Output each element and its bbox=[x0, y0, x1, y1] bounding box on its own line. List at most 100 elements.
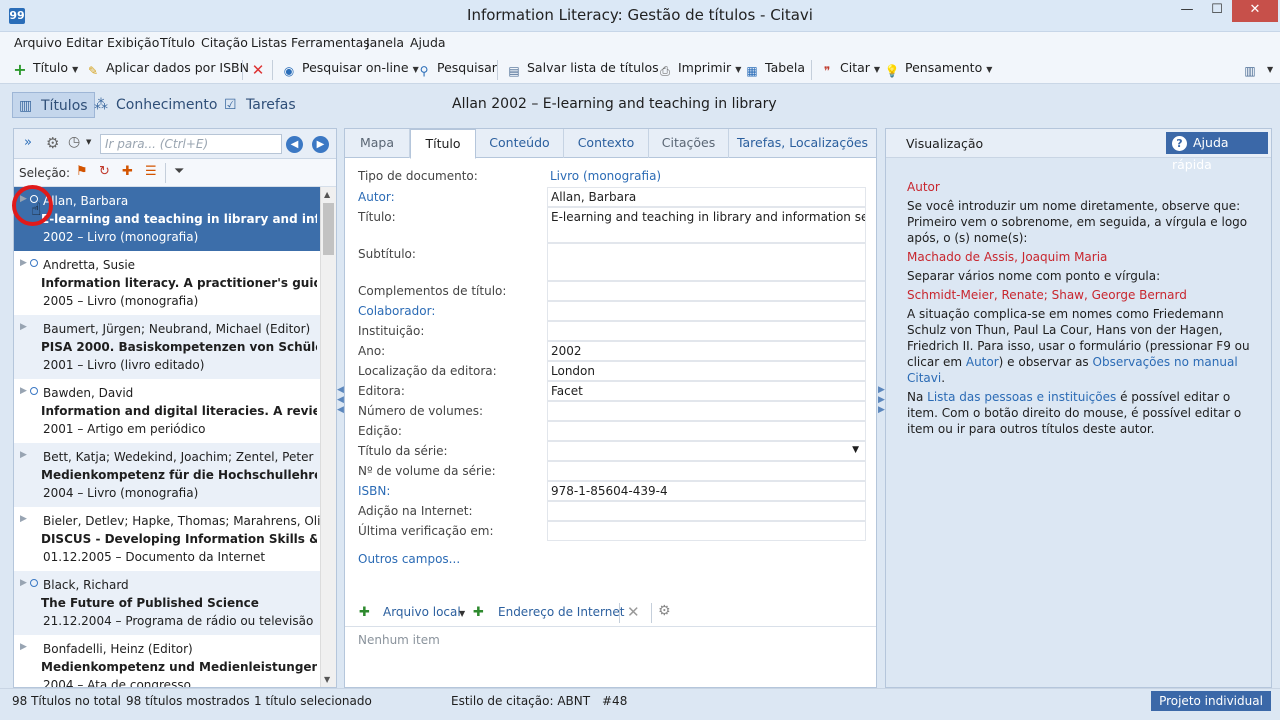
scroll-down-icon[interactable]: ▼ bbox=[324, 675, 330, 684]
forward-arrow-icon[interactable]: ▶ bbox=[312, 136, 329, 153]
isbn-button[interactable]: ✎ Aplicar dados por ISBN bbox=[85, 60, 249, 78]
refresh-selection-icon[interactable]: ↻ bbox=[99, 164, 110, 179]
local-file-button[interactable]: Arquivo local bbox=[383, 605, 461, 619]
print-button[interactable]: ⎙ Imprimir ▼ bbox=[657, 60, 741, 78]
search-icon: ⚲ bbox=[419, 64, 429, 78]
web-address-button[interactable]: Endereço de Internet bbox=[498, 605, 624, 619]
new-title-button[interactable]: + Título ▼ bbox=[12, 60, 78, 78]
flag-icon: ▶ bbox=[20, 578, 27, 588]
list-item[interactable]: ▶ Bieler, Detlev; Hapke, Thomas; Marahre… bbox=[14, 507, 320, 571]
tab-conhecimento-label: Conhecimento bbox=[116, 97, 218, 113]
list-item[interactable]: ▶ Bett, Katja; Wedekind, Joachim; Zentel… bbox=[14, 443, 320, 507]
save-list-button[interactable]: ▤ Salvar lista de títulos bbox=[506, 60, 658, 78]
tab-tarefas-localizacoes[interactable]: Tarefas, Localizações bbox=[729, 129, 876, 158]
edition-field[interactable] bbox=[547, 421, 866, 441]
search-online-button[interactable]: ◉ Pesquisar on-line ▼ bbox=[281, 60, 419, 78]
collaborator-label[interactable]: Colaborador: bbox=[358, 304, 435, 318]
tab-tarefas[interactable]: ☑ Tarefas bbox=[218, 92, 302, 118]
tab-titulo[interactable]: Título bbox=[410, 129, 476, 159]
maximize-button[interactable]: ☐ bbox=[1202, 0, 1232, 22]
list-item[interactable]: ▶ Andretta, Susie Information literacy. … bbox=[14, 251, 320, 315]
list-item[interactable]: ▶ Bawden, David Information and digital … bbox=[14, 379, 320, 443]
menu-listas[interactable]: Listas bbox=[251, 35, 287, 50]
expand-icon[interactable]: » bbox=[24, 135, 32, 150]
tab-titulos[interactable]: ▥ Títulos bbox=[12, 92, 95, 118]
chevron-down-icon[interactable]: ▼ bbox=[86, 138, 91, 146]
menu-editar[interactable]: Editar bbox=[66, 35, 103, 50]
add-local-file-icon[interactable]: ✚ bbox=[359, 605, 370, 620]
scrollbar-thumb[interactable] bbox=[323, 203, 334, 255]
menu-ferramentas[interactable]: Ferramentas bbox=[291, 35, 370, 50]
add-web-address-icon[interactable]: ✚ bbox=[473, 605, 484, 620]
delete-button[interactable]: ✕ bbox=[250, 60, 271, 78]
search-button[interactable]: ⚲ Pesquisar bbox=[416, 60, 497, 78]
title-supplement-field[interactable] bbox=[547, 281, 866, 301]
volumes-field[interactable] bbox=[547, 401, 866, 421]
form-row-adicao: Adição na Internet: bbox=[345, 501, 876, 521]
gear-icon[interactable]: ⚙ bbox=[658, 603, 671, 619]
list-item[interactable]: ▶ Baumert, Jürgen; Neubrand, Michael (Ed… bbox=[14, 315, 320, 379]
tag-selection-icon[interactable]: ✚ bbox=[122, 164, 133, 179]
flag-selection-icon[interactable]: ⚑ bbox=[76, 164, 88, 179]
tab-contexto[interactable]: Contexto bbox=[564, 129, 649, 158]
year-field[interactable]: 2002 bbox=[547, 341, 866, 361]
institution-field[interactable] bbox=[547, 321, 866, 341]
more-fields-link[interactable]: Outros campos... bbox=[358, 552, 460, 566]
cite-button[interactable]: ❞ Citar ▼ bbox=[819, 60, 880, 78]
history-icon[interactable]: ◷ bbox=[68, 134, 80, 150]
internet-added-field[interactable] bbox=[547, 501, 866, 521]
gear-icon[interactable]: ⚙ bbox=[46, 134, 59, 152]
menu-arquivo[interactable]: Arquivo bbox=[14, 35, 62, 50]
isbn-field[interactable]: 978-1-85604-439-4 bbox=[547, 481, 866, 501]
tab-conhecimento[interactable]: ⁂ Conhecimento bbox=[88, 92, 223, 118]
author-label[interactable]: Autor: bbox=[358, 190, 395, 204]
tab-conteudo[interactable]: Conteúdo bbox=[476, 129, 564, 158]
menu-titulo[interactable]: Título bbox=[160, 35, 195, 50]
list-item[interactable]: ▶ Allan, Barbara E-learning and teaching… bbox=[14, 187, 320, 251]
menu-ajuda[interactable]: Ajuda bbox=[410, 35, 446, 50]
flag-icon: ▶ bbox=[20, 450, 27, 460]
list-item[interactable]: ▶ Black, Richard The Future of Published… bbox=[14, 571, 320, 635]
author-help-link[interactable]: Autor bbox=[966, 355, 999, 369]
menu-exibicao[interactable]: Exibição bbox=[107, 35, 159, 50]
subtitle-field[interactable] bbox=[547, 243, 866, 281]
thought-label: Pensamento bbox=[905, 60, 983, 75]
reference-title: DISCUS - Developing Information Skills &… bbox=[41, 532, 317, 546]
collaborator-field[interactable] bbox=[547, 301, 866, 321]
last-checked-field[interactable] bbox=[547, 521, 866, 541]
thought-button[interactable]: 💡 Pensamento ▼ bbox=[884, 60, 993, 78]
menu-janela[interactable]: Janela bbox=[366, 35, 404, 50]
filter-icon[interactable]: ⏷ bbox=[174, 164, 184, 179]
title-field[interactable]: E-learning and teaching in library and i… bbox=[547, 207, 866, 243]
table-button[interactable]: ▦ Tabela bbox=[744, 60, 805, 78]
goto-input[interactable]: Ir para... (Ctrl+E) bbox=[100, 134, 282, 154]
new-title-label: Título bbox=[33, 60, 69, 75]
isbn-label[interactable]: ISBN: bbox=[358, 484, 390, 498]
tab-citacoes[interactable]: Citações bbox=[649, 129, 729, 158]
chevron-down-icon[interactable]: ▼ bbox=[459, 609, 465, 618]
reference-number: #48 bbox=[602, 694, 628, 708]
delete-icon[interactable]: ✕ bbox=[627, 603, 640, 621]
publisher-field[interactable]: Facet bbox=[547, 381, 866, 401]
layout-button[interactable]: ▥ ▼ bbox=[1242, 60, 1273, 78]
close-button[interactable]: ✕ bbox=[1232, 0, 1278, 22]
scroll-up-icon[interactable]: ▲ bbox=[324, 190, 330, 199]
doc-type-link[interactable]: Livro (monografia) bbox=[550, 169, 661, 183]
series-title-select[interactable]: ▼ bbox=[547, 441, 866, 461]
list-item[interactable]: ▶ Bonfadelli, Heinz (Editor) Medienkompe… bbox=[14, 635, 320, 687]
author-field[interactable]: Allan, Barbara bbox=[547, 187, 866, 207]
minimize-button[interactable]: — bbox=[1172, 0, 1202, 22]
series-volume-field[interactable] bbox=[547, 461, 866, 481]
list-selection-icon[interactable]: ☰ bbox=[145, 164, 157, 179]
chevron-down-icon: ▼ bbox=[72, 65, 79, 74]
publisher-location-field[interactable]: London bbox=[547, 361, 866, 381]
toolbar-separator bbox=[651, 603, 652, 623]
back-arrow-icon[interactable]: ◀ bbox=[286, 136, 303, 153]
persons-list-link[interactable]: Lista das pessoas e instituições bbox=[927, 390, 1116, 404]
quick-help-button[interactable]: ? Ajuda rápida bbox=[1166, 132, 1268, 172]
list-scrollbar[interactable]: ▲ ▼ bbox=[320, 187, 336, 687]
project-type-button[interactable]: Projeto individual bbox=[1151, 691, 1271, 711]
tab-mapa[interactable]: Mapa bbox=[345, 129, 410, 158]
chevron-down-icon[interactable]: ▼ bbox=[852, 445, 859, 455]
menu-citacao[interactable]: Citação bbox=[201, 35, 248, 50]
